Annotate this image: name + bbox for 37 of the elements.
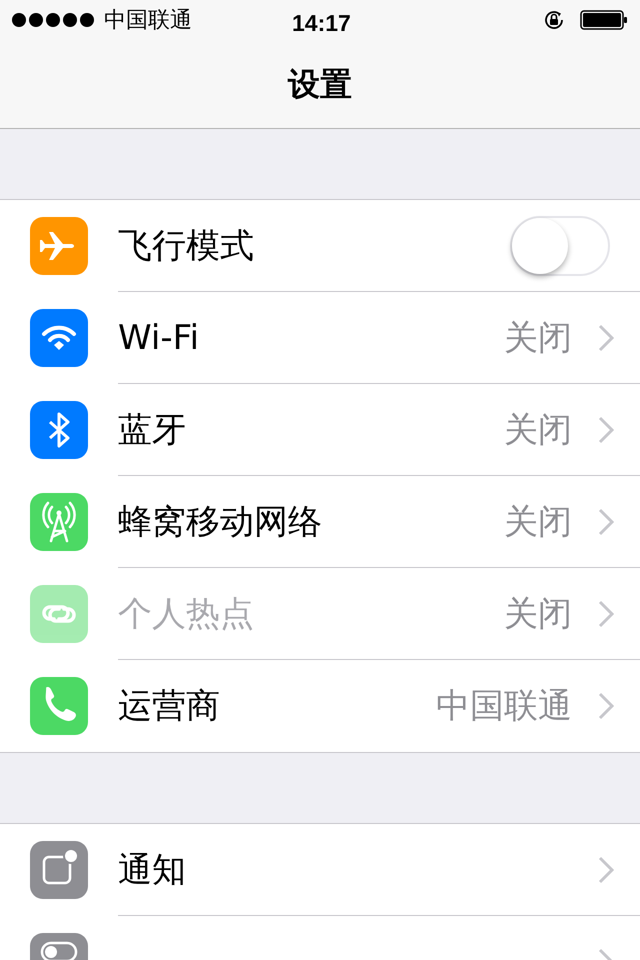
- settings-row[interactable]: 蓝牙 关闭: [0, 384, 640, 476]
- row-label: 运营商: [118, 684, 220, 728]
- wifi-icon: [30, 309, 88, 367]
- row-value: 关闭: [504, 316, 572, 360]
- row-value: 关闭: [504, 408, 572, 452]
- row-label: 蜂窝移动网络: [118, 500, 322, 544]
- signal-icon: [12, 13, 94, 27]
- chevron-icon: [598, 416, 614, 444]
- settings-row[interactable]: Wi-Fi 关闭: [0, 292, 640, 384]
- chevron-icon: [598, 508, 614, 536]
- settings-row[interactable]: 运营商 中国联通: [0, 660, 640, 752]
- nav-title: 设置: [288, 64, 352, 105]
- notification-icon: [30, 841, 88, 899]
- carrier-name: 中国联通: [104, 6, 192, 34]
- antenna-tower-icon: [30, 493, 88, 551]
- toggle-switch[interactable]: [510, 216, 610, 276]
- chevron-icon: [598, 324, 614, 352]
- row-label: Wi-Fi: [118, 316, 200, 360]
- row-label: 蓝牙: [118, 408, 186, 452]
- chevron-icon: [598, 600, 614, 628]
- rotation-lock-icon: [542, 8, 566, 32]
- chevron-icon: [598, 692, 614, 720]
- settings-row[interactable]: 蜂窝移动网络 关闭: [0, 476, 640, 568]
- status-time: 14:17: [292, 9, 351, 38]
- bluetooth-icon: [30, 401, 88, 459]
- phone-icon: [30, 677, 88, 735]
- row-label: 个人热点: [118, 592, 254, 636]
- link-chain-icon: [30, 585, 88, 643]
- settings-row[interactable]: 飞行模式: [0, 200, 640, 292]
- chevron-icon: [598, 856, 614, 884]
- row-value: 中国联通: [436, 684, 572, 728]
- row-value: 关闭: [504, 592, 572, 636]
- battery-icon: [580, 10, 628, 30]
- row-label: 飞行模式: [118, 224, 254, 268]
- row-label: 通知: [118, 848, 186, 892]
- airplane-icon: [30, 217, 88, 275]
- row-value: 关闭: [504, 500, 572, 544]
